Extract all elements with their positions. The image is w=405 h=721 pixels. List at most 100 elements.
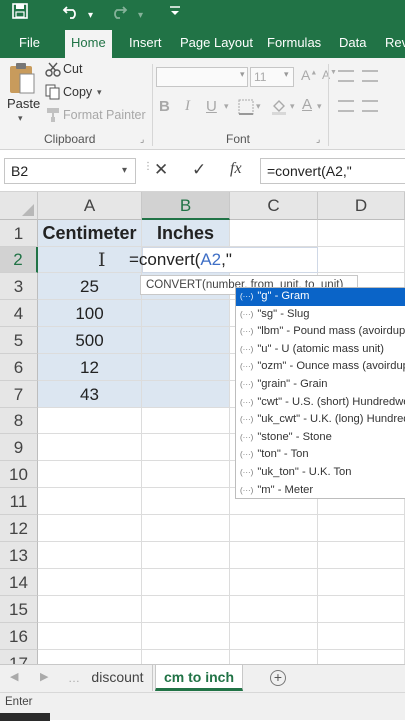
copy-dropdown-icon[interactable]: ▾	[97, 87, 102, 98]
column-header-c[interactable]: C	[230, 192, 318, 220]
font-name-dropdown-icon[interactable]: ▾	[240, 69, 245, 80]
row-header[interactable]: 1	[0, 220, 38, 247]
row-header[interactable]: 14	[0, 569, 38, 596]
tab-page-layout[interactable]: Page Layout	[180, 35, 253, 51]
tab-data[interactable]: Data	[339, 35, 366, 51]
grid-cell[interactable]	[38, 623, 142, 650]
row-header[interactable]: 15	[0, 596, 38, 623]
autocomplete-item[interactable]: (···) "m" - Meter	[236, 482, 405, 498]
row-header[interactable]: 11	[0, 488, 38, 515]
autocomplete-item[interactable]: (···)"lbm" - Pound mass (avoirdupois)	[236, 323, 405, 341]
scroll-tabs-left-icon[interactable]: ◀	[10, 670, 18, 683]
row-header[interactable]: 8	[0, 408, 38, 434]
bold-button[interactable]: B	[159, 98, 170, 115]
row-header[interactable]: 4	[0, 300, 38, 327]
autocomplete-item[interactable]: (···) "stone" - Stone	[236, 429, 405, 447]
cell-a1[interactable]: Centimeter	[38, 220, 142, 247]
grid-cell[interactable]	[318, 569, 405, 596]
autocomplete-item[interactable]: (···) "g" - Gram	[236, 288, 405, 306]
autocomplete-item[interactable]: (···)"ozm" - Ounce mass (avoirdupois)	[236, 358, 405, 376]
grid-cell[interactable]	[142, 461, 230, 488]
clipboard-launcher-icon[interactable]: ⌟	[140, 134, 144, 145]
grid-cell[interactable]	[318, 220, 405, 247]
grid-cell[interactable]	[38, 650, 142, 664]
cell-b5[interactable]	[142, 327, 230, 354]
grid-cell[interactable]	[142, 623, 230, 650]
underline-dropdown-icon[interactable]: ▾	[224, 101, 229, 112]
tab-home[interactable]: Home	[65, 30, 112, 58]
grid-cell[interactable]	[142, 569, 230, 596]
save-icon[interactable]	[12, 3, 28, 24]
quick-access-customize-icon[interactable]	[168, 2, 182, 23]
paste-button[interactable]: Paste	[7, 96, 40, 111]
grid-cell[interactable]	[230, 220, 318, 247]
grid-cell[interactable]	[38, 488, 142, 515]
grid-cell[interactable]	[142, 515, 230, 542]
grid-cell[interactable]	[318, 515, 405, 542]
cut-button[interactable]: Cut	[63, 62, 82, 76]
sheet-tab-discount[interactable]: discount	[83, 665, 153, 691]
cell-b4[interactable]	[142, 300, 230, 327]
copy-icon[interactable]	[45, 84, 61, 105]
autocomplete-item[interactable]: (···) "uk_ton" - U.K. Ton	[236, 464, 405, 482]
grid-cell[interactable]	[38, 515, 142, 542]
formula-input[interactable]: =convert(A2,"	[260, 158, 405, 184]
row-header[interactable]: 6	[0, 354, 38, 381]
cell-a7[interactable]: 43	[38, 381, 142, 408]
grid-cell[interactable]	[142, 596, 230, 623]
grid-cell[interactable]	[230, 596, 318, 623]
insert-function-button[interactable]: fx	[230, 160, 242, 178]
name-box[interactable]: B2	[4, 158, 136, 184]
tab-review[interactable]: Rev	[385, 35, 405, 51]
row-header[interactable]: 7	[0, 381, 38, 408]
font-color-icon[interactable]: A	[302, 96, 312, 113]
grid-cell[interactable]	[230, 569, 318, 596]
grid-cell[interactable]	[38, 569, 142, 596]
column-header-d[interactable]: D	[318, 192, 405, 220]
cell-a2[interactable]	[38, 247, 142, 273]
grid-cell[interactable]	[142, 542, 230, 569]
grid-cell[interactable]	[142, 650, 230, 664]
cell-b1[interactable]: Inches	[142, 220, 230, 247]
cancel-button[interactable]: ✕	[154, 160, 168, 180]
cut-icon[interactable]	[45, 62, 61, 82]
tab-insert[interactable]: Insert	[129, 35, 162, 51]
grid-cell[interactable]	[230, 542, 318, 569]
more-tabs-icon[interactable]: …	[68, 671, 80, 685]
cell-a6[interactable]: 12	[38, 354, 142, 381]
add-sheet-icon[interactable]: +	[270, 670, 286, 686]
sheet-tab-cm-to-inch[interactable]: cm to inch	[155, 665, 243, 691]
row-header[interactable]: 17	[0, 650, 38, 664]
grid-cell[interactable]	[230, 515, 318, 542]
row-header[interactable]: 3	[0, 273, 38, 300]
cell-a5[interactable]: 500	[38, 327, 142, 354]
grid-cell[interactable]	[318, 623, 405, 650]
autocomplete-item[interactable]: (···) "grain" - Grain	[236, 376, 405, 394]
paste-dropdown-icon[interactable]: ▾	[18, 113, 23, 124]
italic-button[interactable]: I	[185, 98, 190, 115]
row-header[interactable]: 10	[0, 461, 38, 488]
autocomplete-item[interactable]: (···)"uk_cwt" - U.K. (long) Hundredweigh…	[236, 411, 405, 429]
row-header[interactable]: 12	[0, 515, 38, 542]
grid-cell[interactable]	[38, 461, 142, 488]
column-header-a[interactable]: A	[38, 192, 142, 220]
grid-cell[interactable]	[38, 408, 142, 434]
borders-icon[interactable]	[238, 99, 254, 120]
cell-b7[interactable]	[142, 381, 230, 408]
select-all-corner[interactable]	[0, 192, 38, 220]
underline-button[interactable]: U	[206, 98, 217, 115]
row-header[interactable]: 2	[0, 247, 38, 273]
font-size-dropdown-icon[interactable]: ▾	[284, 69, 289, 80]
grid-cell[interactable]	[318, 650, 405, 664]
fill-color-dropdown-icon[interactable]: ▾	[290, 101, 295, 112]
autocomplete-item[interactable]: (···) "sg" - Slug	[236, 306, 405, 324]
grid-cell[interactable]	[230, 623, 318, 650]
font-name-dropdown[interactable]	[156, 67, 248, 87]
copy-button[interactable]: Copy	[63, 85, 92, 99]
cell-b6[interactable]	[142, 354, 230, 381]
undo-icon[interactable]	[62, 3, 80, 24]
cell-a3[interactable]: 25	[38, 273, 142, 300]
autocomplete-item[interactable]: (···)"cwt" - U.S. (short) Hundredweight	[236, 394, 405, 412]
scroll-tabs-right-icon[interactable]: ▶	[40, 670, 48, 683]
tab-file[interactable]: File	[19, 35, 40, 51]
